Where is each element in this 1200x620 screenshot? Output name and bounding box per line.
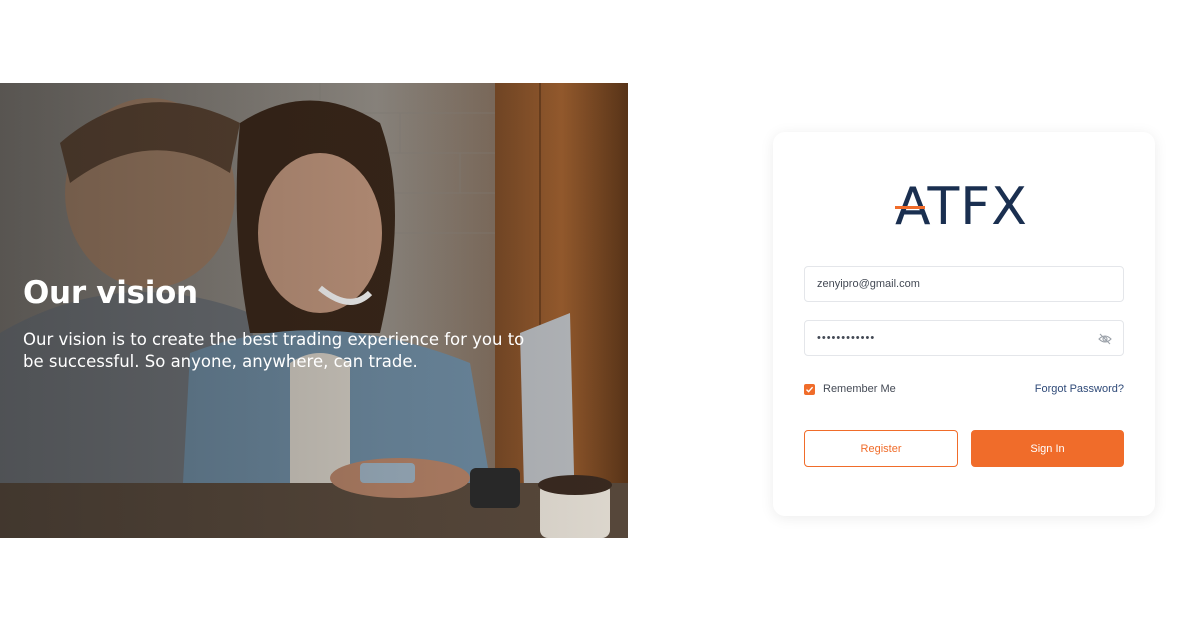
hero-title: Our vision <box>23 275 198 311</box>
email-field[interactable] <box>805 267 1123 301</box>
remember-me-checkbox[interactable] <box>804 383 815 395</box>
logo-text: ATFX <box>895 177 1028 232</box>
sign-in-button[interactable]: Sign In <box>971 430 1124 467</box>
forgot-password-link[interactable]: Forgot Password? <box>1035 383 1124 395</box>
password-field-wrapper <box>804 320 1124 356</box>
password-field[interactable] <box>805 321 1123 355</box>
atfx-logo: ATFX <box>895 177 1028 232</box>
login-card: ATFX Remember Me Forgot Password? Regist… <box>773 132 1155 516</box>
login-page: Our vision Our vision is to create the b… <box>0 0 1200 620</box>
checkmark-icon <box>806 386 814 393</box>
email-field-wrapper <box>804 266 1124 302</box>
register-button[interactable]: Register <box>804 430 958 467</box>
remember-me-toggle[interactable]: Remember Me <box>804 383 896 395</box>
hero-panel: Our vision Our vision is to create the b… <box>0 83 628 538</box>
hero-text: Our vision is to create the best trading… <box>23 330 525 371</box>
logo-accent-bar <box>895 206 925 209</box>
remember-me-label: Remember Me <box>823 383 896 395</box>
eye-off-icon[interactable] <box>1098 332 1112 346</box>
